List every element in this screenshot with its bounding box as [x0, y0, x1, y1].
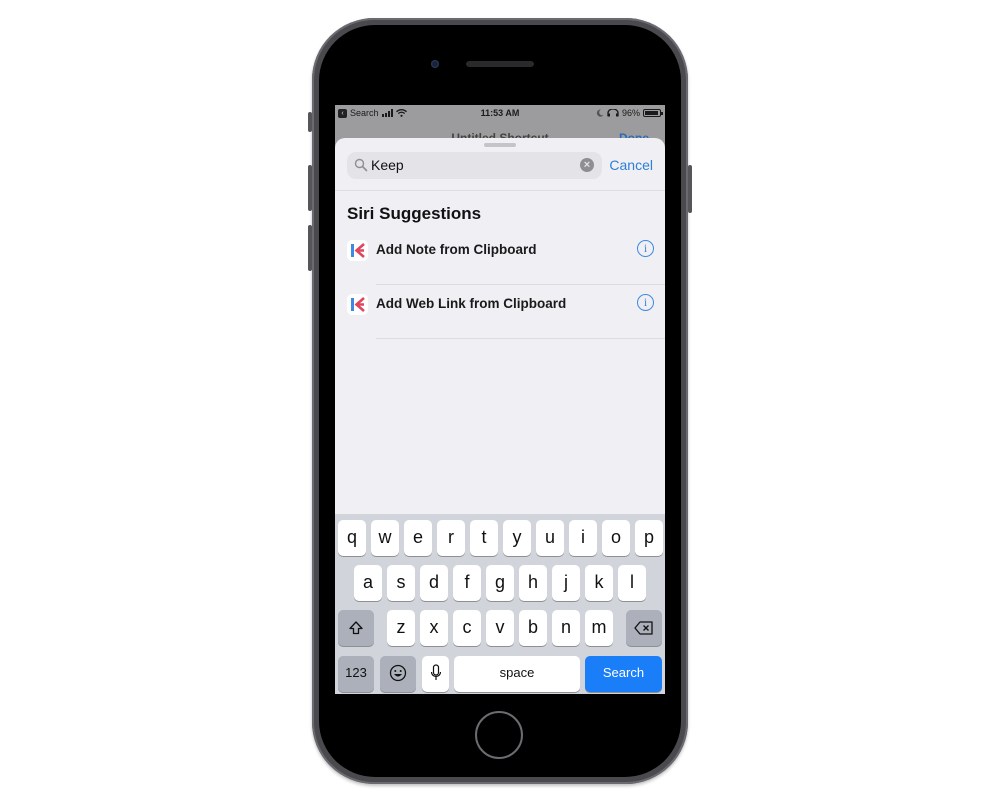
key-v[interactable]: v	[486, 610, 514, 646]
key-u[interactable]: u	[536, 520, 564, 556]
suggestion-row[interactable]: Add Web Link from Clipboard i	[335, 285, 665, 339]
key-o[interactable]: o	[602, 520, 630, 556]
key-p[interactable]: p	[635, 520, 663, 556]
delete-key[interactable]	[626, 610, 662, 646]
cancel-button[interactable]: Cancel	[609, 157, 653, 173]
key-s[interactable]: s	[387, 565, 415, 601]
microphone-icon	[430, 664, 441, 680]
front-camera	[431, 60, 439, 68]
status-bar: ‹ Search 11:53 AM 96%	[335, 105, 665, 122]
shift-key[interactable]	[338, 610, 374, 646]
info-icon[interactable]: i	[637, 240, 654, 257]
action-search-sheet: Keep × Cancel Siri Suggestions Add Note …	[335, 138, 665, 518]
suggestion-label: Add Web Link from Clipboard	[376, 296, 567, 311]
search-bar-row: Keep × Cancel	[335, 138, 665, 191]
key-m[interactable]: m	[585, 610, 613, 646]
key-k[interactable]: k	[585, 565, 613, 601]
headphones-icon	[607, 109, 619, 117]
section-title-siri-suggestions: Siri Suggestions	[347, 204, 482, 223]
volume-down-button	[308, 225, 312, 271]
key-z[interactable]: z	[387, 610, 415, 646]
phone-screen: ‹ Search 11:53 AM 96% Untitled Shortcut …	[335, 105, 665, 694]
power-button	[688, 165, 692, 213]
key-h[interactable]: h	[519, 565, 547, 601]
key-j[interactable]: j	[552, 565, 580, 601]
dictation-key[interactable]	[422, 656, 449, 692]
keep-app-icon	[347, 294, 368, 315]
volume-up-button	[308, 165, 312, 211]
do-not-disturb-moon-icon	[596, 109, 604, 117]
suggestion-row[interactable]: Add Note from Clipboard i	[335, 231, 665, 285]
backspace-icon	[634, 621, 653, 635]
emoji-icon	[389, 664, 407, 682]
search-key[interactable]: Search	[585, 656, 662, 692]
key-g[interactable]: g	[486, 565, 514, 601]
key-f[interactable]: f	[453, 565, 481, 601]
mute-switch	[308, 112, 312, 132]
home-button[interactable]	[475, 711, 523, 759]
search-input[interactable]: Keep ×	[347, 152, 602, 179]
earpiece-speaker	[466, 61, 534, 67]
key-d[interactable]: d	[420, 565, 448, 601]
key-x[interactable]: x	[420, 610, 448, 646]
search-input-value: Keep	[371, 157, 404, 173]
numbers-key[interactable]: 123	[338, 656, 374, 692]
suggestion-label: Add Note from Clipboard	[376, 242, 537, 257]
search-icon	[354, 158, 368, 172]
row-divider	[376, 338, 665, 339]
key-i[interactable]: i	[569, 520, 597, 556]
info-icon[interactable]: i	[637, 294, 654, 311]
clear-search-icon[interactable]: ×	[580, 158, 594, 172]
key-w[interactable]: w	[371, 520, 399, 556]
battery-percent: 96%	[621, 108, 640, 118]
battery-icon	[643, 109, 663, 117]
key-y[interactable]: y	[503, 520, 531, 556]
key-c[interactable]: c	[453, 610, 481, 646]
key-a[interactable]: a	[354, 565, 382, 601]
key-q[interactable]: q	[338, 520, 366, 556]
key-n[interactable]: n	[552, 610, 580, 646]
key-e[interactable]: e	[404, 520, 432, 556]
key-t[interactable]: t	[470, 520, 498, 556]
shift-icon	[349, 621, 363, 635]
keyboard: 123 space Search qwertyuiop asdfghjkl zxcv…	[335, 514, 665, 694]
key-l[interactable]: l	[618, 565, 646, 601]
keep-app-icon	[347, 240, 368, 261]
space-key[interactable]: space	[454, 656, 580, 692]
emoji-key[interactable]	[380, 656, 416, 692]
key-b[interactable]: b	[519, 610, 547, 646]
key-r[interactable]: r	[437, 520, 465, 556]
